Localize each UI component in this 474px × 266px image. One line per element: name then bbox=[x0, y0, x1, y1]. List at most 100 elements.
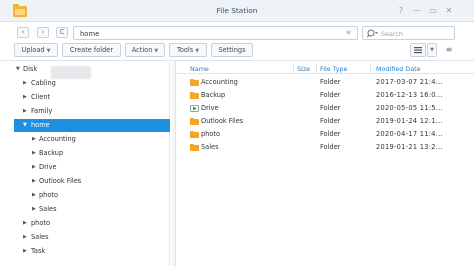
back-button[interactable]: ‹ bbox=[17, 27, 29, 38]
column-header-modified-date[interactable]: Modified Date bbox=[376, 65, 421, 73]
column-divider[interactable] bbox=[316, 63, 317, 74]
list-view-button[interactable] bbox=[410, 43, 426, 57]
collapsed-arrow-icon[interactable]: ▶ bbox=[23, 77, 27, 90]
sidebar-item-label: Sales bbox=[39, 205, 57, 213]
minimize-icon[interactable]: — bbox=[412, 5, 422, 16]
settings-label: Settings bbox=[218, 46, 246, 54]
file-name: Sales bbox=[201, 143, 219, 151]
path-value: home bbox=[80, 30, 100, 38]
file-type: Folder bbox=[320, 91, 341, 99]
tools-button[interactable]: Tools ▼ bbox=[169, 43, 207, 57]
file-modified: 2017-03-07 21:4... bbox=[376, 78, 443, 86]
sidebar-subitem-sales[interactable]: ▶ Sales bbox=[14, 203, 170, 216]
sidebar-item-label: photo bbox=[39, 191, 59, 199]
sidebar-item-task[interactable]: ▶ Task bbox=[14, 245, 170, 258]
drive-folder-icon bbox=[190, 105, 199, 112]
chevron-down-icon: ▼ bbox=[430, 47, 434, 53]
path-field[interactable]: home ★ bbox=[73, 26, 358, 40]
create-folder-button[interactable]: Create folder bbox=[62, 43, 121, 57]
settings-button[interactable]: Settings bbox=[211, 43, 253, 57]
column-header-file-type[interactable]: File Type bbox=[320, 65, 347, 73]
sidebar-item-family[interactable]: ▶ Family bbox=[14, 105, 170, 118]
maximize-icon[interactable]: ▭ bbox=[428, 5, 438, 16]
collapsed-arrow-icon[interactable]: ▶ bbox=[23, 105, 27, 118]
sidebar-subitem-drive[interactable]: ▶ Drive bbox=[14, 161, 170, 174]
sidebar-subitem-photo[interactable]: ▶ photo bbox=[14, 189, 170, 202]
sidebar-item-photo[interactable]: ▶ photo bbox=[14, 217, 170, 230]
folder-icon bbox=[190, 144, 199, 151]
search-placeholder: Search bbox=[381, 30, 403, 38]
file-modified: 2020-05-05 11:5... bbox=[376, 104, 443, 112]
action-button[interactable]: Action ▼ bbox=[125, 43, 165, 57]
file-type: Folder bbox=[320, 117, 341, 125]
tree-root-label: Disk bbox=[23, 65, 38, 73]
help-icon[interactable]: ? bbox=[396, 5, 406, 16]
collapsed-arrow-icon[interactable]: ▶ bbox=[32, 175, 36, 188]
sidebar-item-label: Sales bbox=[31, 233, 49, 241]
sidebar-item-label: Task bbox=[31, 247, 46, 255]
file-type: Folder bbox=[320, 104, 341, 112]
file-row[interactable]: Drive Folder 2020-05-05 11:5... bbox=[177, 102, 474, 115]
sidebar-subitem-accounting[interactable]: ▶ Accounting bbox=[14, 133, 170, 146]
file-row[interactable]: Backup Folder 2016-12-13 16:0... bbox=[177, 89, 474, 102]
sidebar-item-client[interactable]: ▶ Client bbox=[14, 91, 170, 104]
collapsed-arrow-icon[interactable]: ▶ bbox=[23, 245, 27, 258]
forward-button[interactable]: › bbox=[37, 27, 49, 38]
collapsed-arrow-icon[interactable]: ▶ bbox=[32, 147, 36, 160]
file-row[interactable]: Outlook Files Folder 2019-01-24 12:1... bbox=[177, 115, 474, 128]
file-modified: 2020-04-17 11:4... bbox=[376, 130, 443, 138]
collapsed-arrow-icon[interactable]: ▶ bbox=[32, 133, 36, 146]
upload-button[interactable]: Upload ▼ bbox=[14, 43, 58, 57]
file-station-window: File Station ? — ▭ ✕ ‹ › C home ★ Search… bbox=[0, 0, 474, 266]
pane-splitter[interactable] bbox=[172, 61, 176, 266]
file-modified: 2019-01-24 12:1... bbox=[376, 117, 443, 125]
sidebar-item-label: Outlook Files bbox=[39, 177, 82, 185]
file-row[interactable]: Sales Folder 2019-01-21 13:2... bbox=[177, 141, 474, 154]
collapsed-arrow-icon[interactable]: ▶ bbox=[32, 161, 36, 174]
file-name: Backup bbox=[201, 91, 226, 99]
upload-label: Upload bbox=[21, 46, 45, 54]
sidebar-item-sales[interactable]: ▶ Sales bbox=[14, 231, 170, 244]
column-divider[interactable] bbox=[293, 63, 294, 74]
folder-icon bbox=[190, 79, 199, 86]
column-divider[interactable] bbox=[370, 63, 371, 74]
file-row[interactable]: photo Folder 2020-04-17 11:4... bbox=[177, 128, 474, 141]
column-header-name[interactable]: Name bbox=[190, 65, 209, 73]
chevron-down-icon: ▼ bbox=[46, 48, 51, 54]
expand-arrow-icon[interactable]: ▼ bbox=[23, 119, 27, 132]
file-row[interactable]: Accounting Folder 2017-03-07 21:4... bbox=[177, 76, 474, 89]
star-icon[interactable]: ★ bbox=[345, 28, 352, 37]
sidebar-item-label: photo bbox=[31, 219, 51, 227]
chevron-down-icon: ▼ bbox=[195, 48, 200, 54]
search-icon bbox=[367, 29, 378, 38]
more-options-icon[interactable]: ≡ bbox=[443, 43, 455, 57]
column-header-size[interactable]: Size bbox=[297, 65, 310, 73]
collapsed-arrow-icon[interactable]: ▶ bbox=[23, 91, 27, 104]
tree-root-disk[interactable]: ▼ Disk bbox=[14, 63, 170, 79]
file-name: photo bbox=[201, 130, 221, 138]
folder-icon bbox=[190, 118, 199, 125]
file-type: Folder bbox=[320, 143, 341, 151]
chevron-down-icon: ▼ bbox=[154, 48, 159, 54]
file-modified: 2019-01-21 13:2... bbox=[376, 143, 443, 151]
collapsed-arrow-icon[interactable]: ▶ bbox=[32, 189, 36, 202]
sidebar-item-label: Client bbox=[31, 93, 51, 101]
file-type: Folder bbox=[320, 130, 341, 138]
close-icon[interactable]: ✕ bbox=[444, 5, 454, 16]
sidebar-subitem-backup[interactable]: ▶ Backup bbox=[14, 147, 170, 160]
collapsed-arrow-icon[interactable]: ▶ bbox=[23, 231, 27, 244]
collapsed-arrow-icon[interactable]: ▶ bbox=[32, 203, 36, 216]
file-list-header: Name Size File Type Modified Date bbox=[177, 63, 474, 74]
refresh-button[interactable]: C bbox=[56, 27, 68, 38]
folder-icon bbox=[190, 92, 199, 99]
file-name: Drive bbox=[201, 104, 219, 112]
sidebar-subitem-outlook-files[interactable]: ▶ Outlook Files bbox=[14, 175, 170, 188]
view-mode-dropdown[interactable]: ▼ bbox=[427, 43, 437, 57]
sidebar-item-home[interactable]: ▼ home bbox=[14, 119, 170, 132]
expand-arrow-icon[interactable]: ▼ bbox=[16, 63, 20, 76]
sidebar-item-cabling[interactable]: ▶ Cabling bbox=[14, 77, 170, 90]
list-view-icon bbox=[414, 47, 422, 54]
collapsed-arrow-icon[interactable]: ▶ bbox=[23, 217, 27, 230]
folder-icon bbox=[190, 131, 199, 138]
search-input[interactable]: Search bbox=[362, 26, 455, 40]
